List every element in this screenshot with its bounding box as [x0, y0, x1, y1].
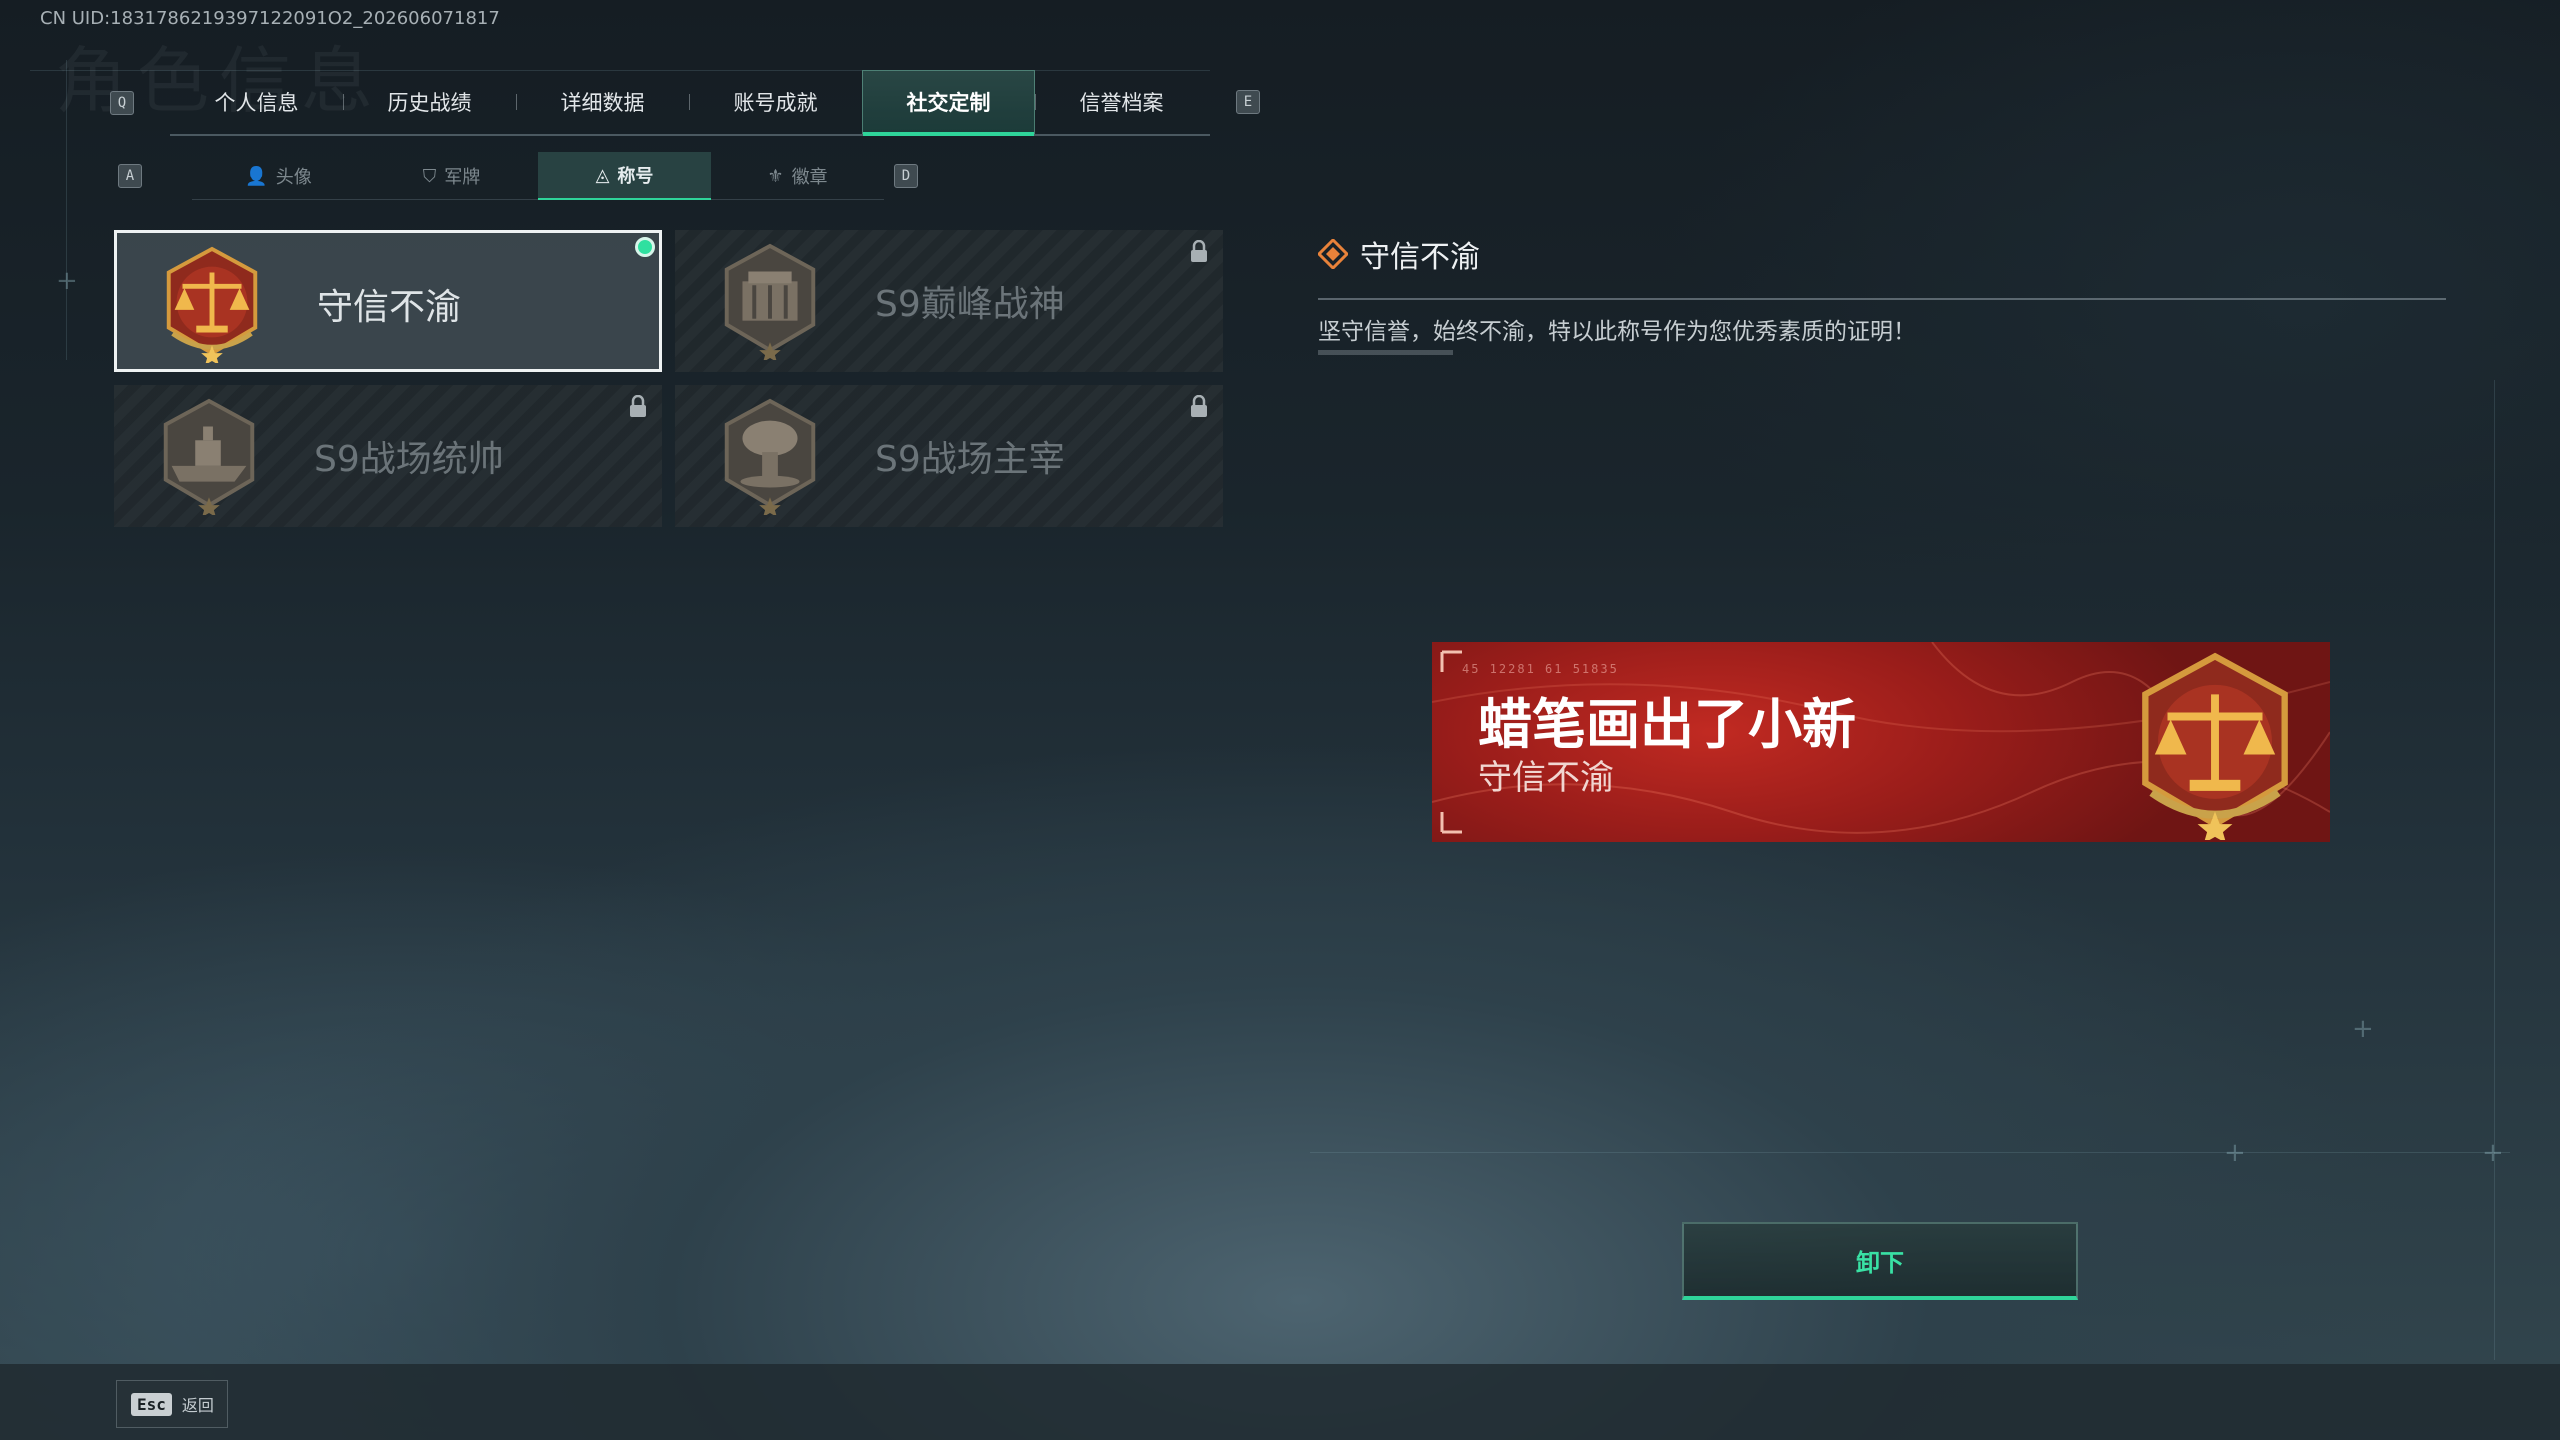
tab-match-history[interactable]: 历史战绩	[343, 70, 516, 134]
banner-code: 45 12281 61 51835	[1462, 662, 1619, 676]
crosshair-decoration: +	[2224, 1138, 2246, 1168]
subtab-label: 头像	[275, 167, 312, 188]
tab-achievements[interactable]: 账号成就	[689, 70, 862, 134]
prev-tab-key[interactable]: Q	[110, 91, 134, 115]
scales-medal-icon	[2142, 652, 2288, 840]
main-tabs: 个人信息 历史战绩 详细数据 账号成就 社交定制 信誉档案	[170, 70, 1210, 136]
diamond-icon	[1318, 239, 1348, 269]
dogtag-icon: ⛉	[422, 165, 437, 187]
crosshair-decoration: +	[2352, 1014, 2374, 1044]
next-tab-key[interactable]: E	[1236, 90, 1260, 114]
title-card-s9-ruler[interactable]: S9战场主宰	[675, 385, 1223, 527]
tab-social-custom[interactable]: 社交定制	[862, 70, 1035, 136]
prev-sub-key[interactable]: A	[118, 164, 142, 188]
title-name: S9巅峰战神	[875, 284, 1065, 325]
subtab-dogtag[interactable]: ⛉ 军牌	[365, 152, 538, 200]
unequip-button[interactable]: 卸下	[1682, 1222, 2078, 1300]
subtab-label: 军牌	[444, 167, 481, 188]
person-icon: 👤	[245, 165, 268, 187]
equipped-indicator	[635, 237, 655, 257]
crosshair-decoration: +	[2482, 1138, 2504, 1168]
lock-icon	[630, 395, 646, 417]
subtab-badge[interactable]: ⚜ 徽章	[711, 152, 884, 200]
title-name: S9战场统帅	[314, 439, 504, 480]
detail-description: 坚守信誉，始终不渝，特以此称号作为您优秀素质的证明！	[1318, 319, 1916, 345]
title-card-s9-peak-god[interactable]: S9巅峰战神	[675, 230, 1223, 372]
divider	[1318, 350, 1453, 355]
tab-detailed-stats[interactable]: 详细数据	[516, 70, 689, 134]
title-card-keep-faith[interactable]: 守信不渝	[114, 230, 662, 372]
badge-icon: ⚜	[767, 165, 784, 187]
main-tab-bar: Q 个人信息 历史战绩 详细数据 账号成就 社交定制 信誉档案 E	[110, 70, 1260, 136]
title-name: 守信不渝	[317, 287, 462, 328]
warship-medal-icon	[163, 398, 255, 515]
divider	[1310, 1152, 2510, 1153]
subtab-label: 称号	[617, 166, 654, 187]
detail-header: 守信不渝	[1318, 232, 1480, 276]
footer-bar	[0, 1364, 2560, 1440]
back-label: 返回	[181, 1396, 214, 1415]
crosshair-decoration: +	[56, 266, 78, 296]
player-title: 守信不渝	[1478, 758, 1614, 798]
back-button[interactable]: Esc 返回	[116, 1380, 228, 1428]
divider	[1318, 298, 2446, 300]
title-card-s9-commander[interactable]: S9战场统帅	[114, 385, 662, 527]
tab-credit-record[interactable]: 信誉档案	[1035, 70, 1208, 134]
lock-icon	[1191, 395, 1207, 417]
subtab-label: 徽章	[791, 167, 828, 188]
mushroom-cloud-medal-icon	[724, 398, 816, 515]
lock-icon	[1191, 240, 1207, 262]
detail-title: 守信不渝	[1360, 240, 1480, 275]
divider	[2494, 380, 2495, 1360]
scales-medal-icon	[166, 246, 258, 363]
subtab-title[interactable]: ◬ 称号	[538, 152, 711, 200]
tab-personal-info[interactable]: 个人信息	[170, 70, 343, 134]
sub-tabs: 👤 头像 ⛉ 军牌 ◬ 称号 ⚜ 徽章	[192, 152, 884, 200]
subtab-avatar[interactable]: 👤 头像	[192, 152, 365, 200]
esc-key: Esc	[131, 1392, 172, 1416]
title-icon: ◬	[595, 164, 610, 186]
uid-label: CN UID:1831786219397122091O2_20260607181…	[40, 8, 500, 29]
title-name: S9战场主宰	[875, 439, 1065, 480]
fortress-medal-icon	[724, 243, 816, 360]
title-preview-banner: 45 12281 61 51835 蜡笔画出了小新 守信不渝	[1432, 642, 2330, 842]
player-name: 蜡笔画出了小新	[1478, 693, 1856, 756]
divider	[66, 60, 67, 360]
next-sub-key[interactable]: D	[894, 164, 918, 188]
